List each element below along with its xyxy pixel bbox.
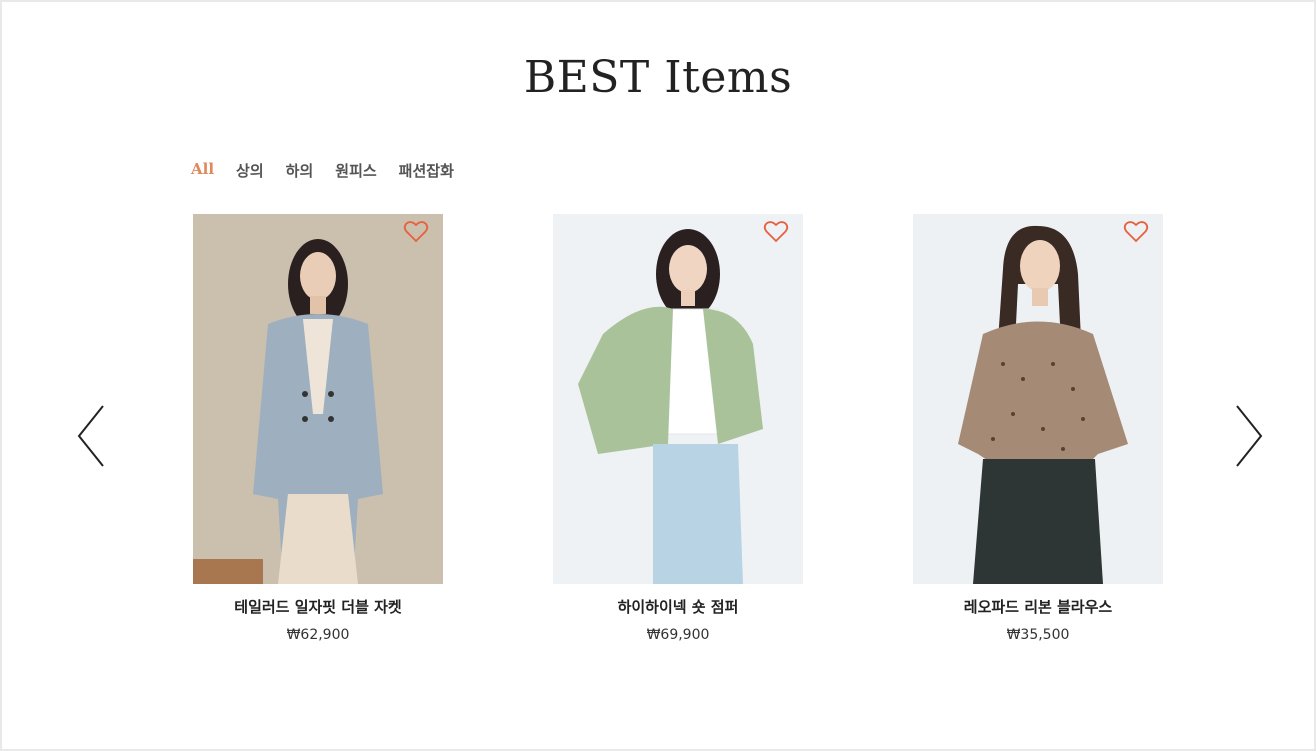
- product-name[interactable]: 하이하이넥 숏 점퍼: [553, 596, 803, 617]
- section-title: BEST Items: [523, 52, 793, 103]
- heart-outline-icon[interactable]: [1123, 220, 1149, 244]
- product-image[interactable]: [913, 214, 1163, 584]
- heart-outline-icon[interactable]: [763, 220, 789, 244]
- chevron-left-icon: [77, 405, 104, 467]
- heart-outline-icon[interactable]: [403, 220, 429, 244]
- product-image[interactable]: [553, 214, 803, 584]
- tab-tops[interactable]: 상의: [236, 160, 264, 181]
- product-price: ₩69,900: [646, 627, 710, 643]
- tab-accessories[interactable]: 패션잡화: [399, 160, 454, 181]
- product-price: ₩62,900: [286, 627, 350, 643]
- carousel-prev-button[interactable]: [75, 404, 107, 468]
- product-name[interactable]: 테일러드 일자핏 더블 자켓: [193, 596, 443, 617]
- product-name[interactable]: 레오파드 리본 블라우스: [913, 596, 1163, 617]
- product-card[interactable]: 레오파드 리본 블라우스 ₩35,500: [913, 214, 1163, 643]
- tab-onepiece[interactable]: 원피스: [335, 160, 376, 181]
- chevron-right-icon: [1236, 405, 1263, 467]
- tab-all[interactable]: All: [191, 160, 214, 181]
- product-photo-jacket: [193, 214, 443, 584]
- product-image[interactable]: [193, 214, 443, 584]
- product-card[interactable]: 테일러드 일자핏 더블 자켓 ₩62,900: [193, 214, 443, 643]
- product-photo-blouse: [913, 214, 1163, 584]
- product-card[interactable]: 하이하이넥 숏 점퍼 ₩69,900: [553, 214, 803, 643]
- carousel-next-button[interactable]: [1233, 404, 1265, 468]
- product-price: ₩35,500: [1006, 627, 1070, 643]
- category-tabs: All 상의 하의 원피스 패션잡화: [191, 160, 476, 181]
- tab-bottoms[interactable]: 하의: [286, 160, 314, 181]
- product-photo-jumper: [553, 214, 803, 584]
